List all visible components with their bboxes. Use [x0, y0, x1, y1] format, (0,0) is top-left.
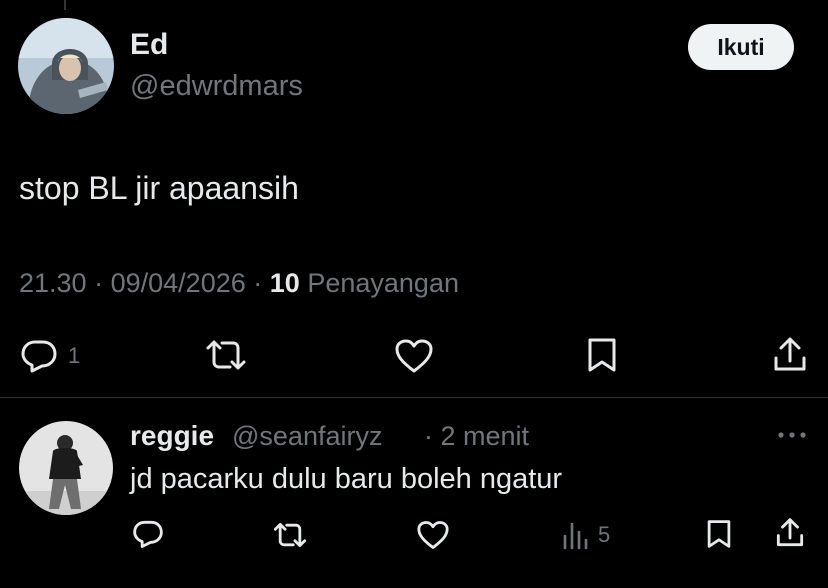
tweet-time[interactable]: 21.30 [19, 268, 87, 298]
retweet-icon [273, 522, 307, 548]
retweet-button[interactable] [204, 338, 248, 372]
tweet-text: stop BL jir apaansih [19, 170, 299, 206]
reply-time[interactable]: · 2 menit [424, 421, 529, 452]
bookmark-icon [707, 520, 731, 548]
more-button[interactable] [776, 428, 808, 442]
avatar-photo-icon [19, 421, 113, 515]
reply-author-handle[interactable]: @seanfairyz [232, 421, 382, 452]
follow-button[interactable]: Ikuti [688, 24, 794, 70]
meta-separator: · [253, 268, 263, 298]
view-count: 10 [269, 268, 300, 298]
thread-line [64, 0, 66, 10]
share-icon [774, 337, 806, 371]
avatar-photo-icon [18, 18, 114, 114]
bookmark-icon [588, 338, 616, 372]
share-icon [776, 518, 804, 547]
views-icon [563, 522, 588, 550]
reply-avatar[interactable] [19, 421, 113, 515]
reply-count: 1 [68, 343, 81, 368]
like-icon [395, 339, 433, 373]
reply-share-button[interactable] [775, 517, 805, 549]
reply-reply-button[interactable] [132, 519, 164, 549]
reply-icon [133, 520, 163, 548]
views-count: 5 [598, 522, 611, 547]
tweet-meta: 21.30 · 09/04/2026 · 10 Penayangan [19, 268, 459, 299]
tweet-date[interactable]: 09/04/2026 [111, 268, 246, 298]
like-icon [417, 521, 449, 549]
share-button[interactable] [772, 336, 808, 374]
avatar[interactable] [18, 18, 114, 114]
reply-bookmark-button[interactable] [705, 519, 733, 549]
retweet-icon [206, 340, 246, 370]
bookmark-button[interactable] [585, 337, 619, 373]
divider [0, 397, 828, 398]
reply-retweet-button[interactable] [272, 521, 308, 549]
reply-button[interactable]: 1 [20, 338, 80, 374]
reply-icon [21, 340, 57, 373]
meta-separator: · [94, 268, 104, 298]
author-handle[interactable]: @edwrdmars [130, 70, 303, 103]
more-icon [778, 432, 806, 438]
reply-text: jd pacarku dulu baru boleh ngatur [130, 463, 563, 495]
view-label: Penayangan [307, 268, 459, 298]
like-button[interactable] [394, 338, 434, 374]
reply-author-name[interactable]: reggie [130, 420, 214, 452]
reply-like-button[interactable] [416, 520, 450, 550]
views-button[interactable]: 5 [562, 520, 610, 550]
author-name[interactable]: Ed [130, 28, 168, 62]
